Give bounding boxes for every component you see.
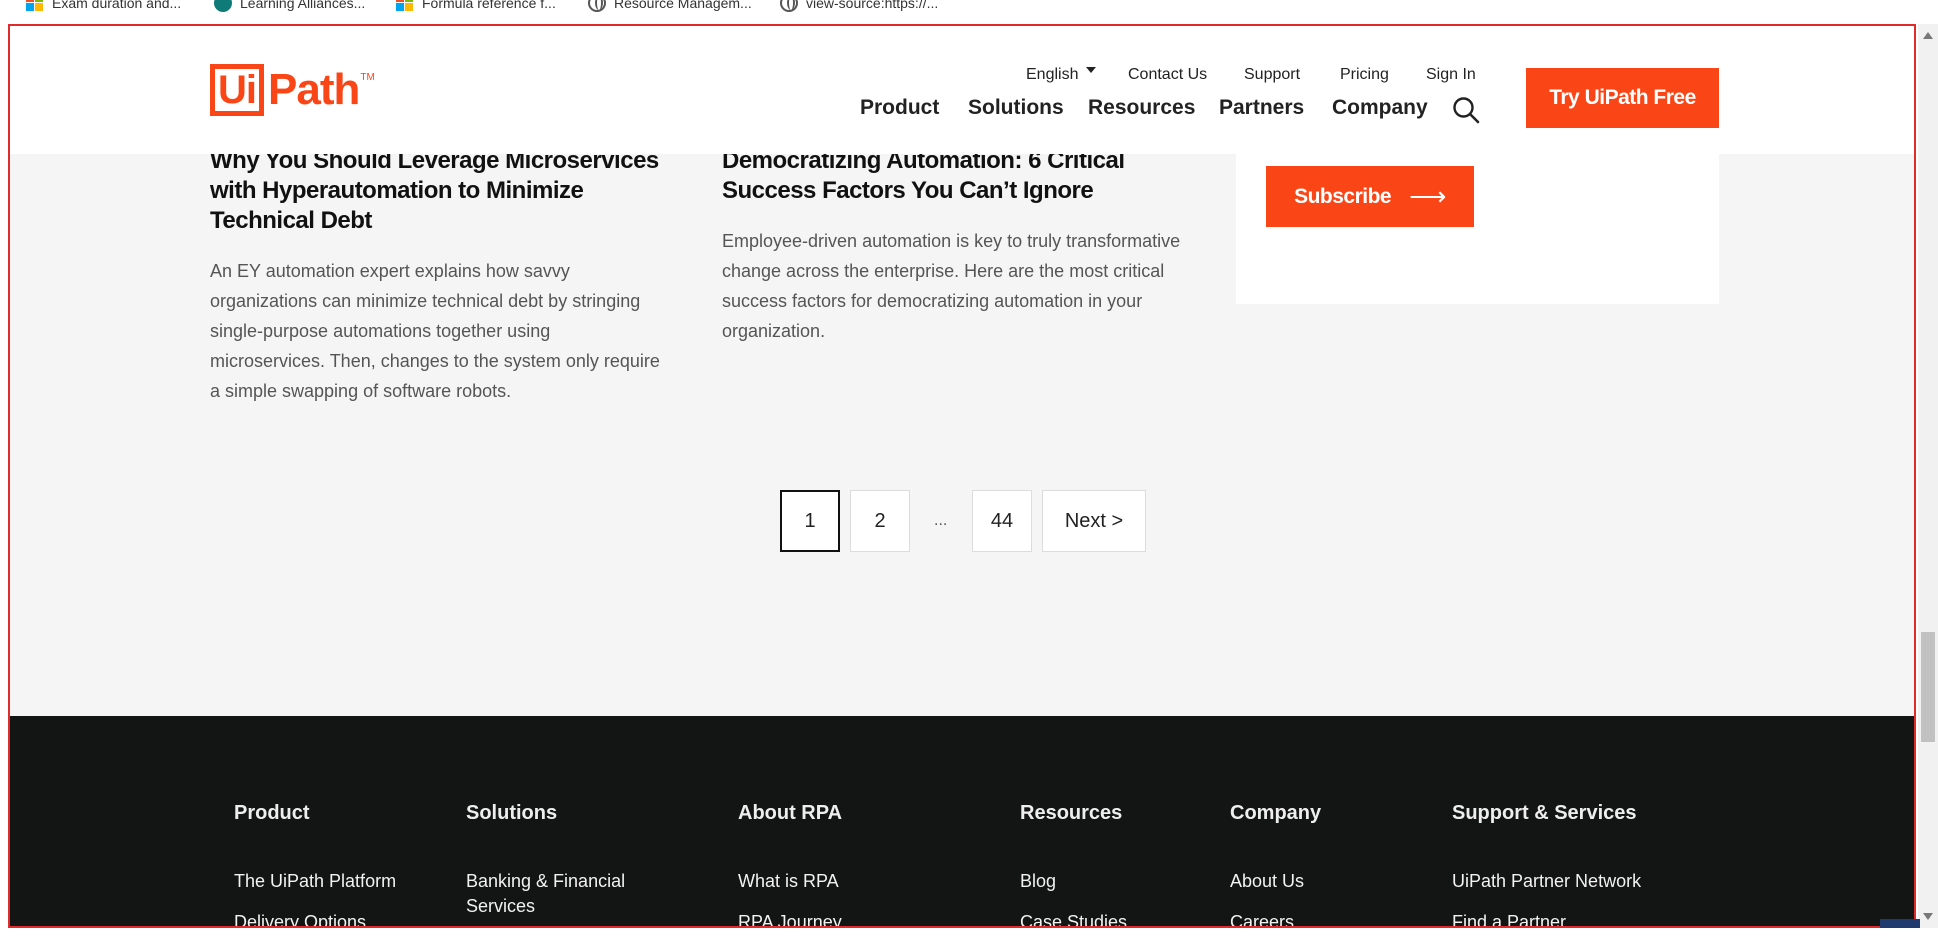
- scroll-up-icon[interactable]: [1923, 32, 1933, 39]
- site-footer: Product The UiPath Platform Delivery Opt…: [10, 716, 1914, 926]
- arrow-right-icon: ⟶: [1409, 181, 1446, 211]
- desc-line: microservices. Then, changes to the syst…: [210, 351, 660, 371]
- footer-heading: Support & Services: [1452, 802, 1637, 824]
- footer-link[interactable]: Case Studies: [1020, 910, 1127, 926]
- logo-path: Path: [268, 65, 360, 114]
- footer-heading: Solutions: [466, 802, 558, 824]
- footer-column-product: Product The UiPath Platform Delivery Opt…: [234, 802, 396, 926]
- footer-link[interactable]: What is RPA: [738, 869, 842, 894]
- desc-line: a simple swapping of software robots.: [210, 381, 512, 401]
- page-viewport: Ui Path TM English Contact Us Support Pr…: [8, 24, 1916, 928]
- contact-us-link[interactable]: Contact Us: [1128, 66, 1207, 84]
- caret-down-icon: [1086, 66, 1097, 73]
- bookmark-label: Formula reference f...: [422, 0, 556, 11]
- footer-heading: Product: [234, 802, 310, 824]
- bookmark-item[interactable]: Exam duration and...: [26, 0, 181, 13]
- footer-column-about-rpa: About RPA What is RPA RPA Journey: [738, 802, 843, 926]
- footer-link[interactable]: Services: [466, 894, 625, 919]
- desc-line: Employee-driven automation is key to tru…: [722, 231, 1181, 251]
- title-line: Success Factors You Can’t Ignore: [722, 177, 1094, 204]
- pricing-link[interactable]: Pricing: [1340, 66, 1389, 84]
- title-line: with Hyperautomation to Minimize: [210, 177, 584, 204]
- bookmark-item[interactable]: Formula reference f...: [396, 0, 556, 13]
- uipath-logo[interactable]: Ui Path TM: [210, 64, 375, 116]
- footer-link[interactable]: Blog: [1020, 869, 1127, 894]
- language-selector[interactable]: English: [1026, 66, 1097, 84]
- language-label: English: [1026, 66, 1079, 83]
- subscribe-button[interactable]: Subscribe ⟶: [1266, 166, 1474, 227]
- globe-icon: [780, 0, 798, 12]
- article-description: An EY automation expert explains how sav…: [210, 256, 710, 406]
- footer-link[interactable]: Banking & Financial: [466, 869, 625, 894]
- article-description: Employee-driven automation is key to tru…: [722, 226, 1222, 346]
- footer-link[interactable]: RPA Journey: [738, 910, 842, 926]
- footer-heading: About RPA: [738, 802, 843, 824]
- bookmark-item[interactable]: Resource Managem...: [588, 0, 752, 13]
- bookmarks-bar: Exam duration and... Learning Alliances.…: [0, 0, 1938, 14]
- nav-solutions[interactable]: Solutions: [968, 96, 1064, 120]
- nav-company[interactable]: Company: [1332, 96, 1428, 120]
- footer-link[interactable]: About Us: [1230, 869, 1321, 894]
- bookmark-label: Learning Alliances...: [240, 0, 366, 11]
- desc-line: An EY automation expert explains how sav…: [210, 261, 570, 281]
- scrollbar-thumb[interactable]: [1921, 632, 1935, 742]
- bookmark-label: view-source:https://...: [806, 0, 939, 11]
- desc-line: organizations can minimize technical deb…: [210, 291, 641, 311]
- article-title[interactable]: Democratizing Automation: 6 Critical Suc…: [722, 146, 1202, 206]
- desc-line: success factors for democratizing automa…: [722, 291, 1143, 311]
- search-icon[interactable]: [1452, 96, 1480, 124]
- footer-column-support-services: Support & Services UiPath Partner Networ…: [1452, 802, 1641, 926]
- microsoft-icon: [396, 0, 414, 12]
- footer-link[interactable]: The UiPath Platform: [234, 869, 396, 894]
- site-header: Ui Path TM English Contact Us Support Pr…: [10, 26, 1914, 154]
- sign-in-link[interactable]: Sign In: [1426, 66, 1476, 84]
- support-link[interactable]: Support: [1244, 66, 1300, 84]
- desc-line: single-purpose automations together usin…: [210, 321, 551, 341]
- bookmark-item[interactable]: Learning Alliances...: [214, 0, 365, 13]
- bookmark-label: Resource Managem...: [614, 0, 752, 11]
- footer-heading: Company: [1230, 802, 1322, 824]
- footer-link[interactable]: Delivery Options: [234, 910, 396, 926]
- footer-column-solutions: Solutions Banking & Financial Services: [466, 802, 625, 919]
- try-uipath-free-button[interactable]: Try UiPath Free: [1526, 68, 1719, 128]
- subscribe-label: Subscribe: [1294, 184, 1392, 208]
- bookmark-item[interactable]: view-source:https://...: [780, 0, 938, 13]
- title-line: Technical Debt: [210, 207, 372, 234]
- footer-link[interactable]: Find a Partner: [1452, 910, 1641, 926]
- globe-icon: [588, 0, 606, 12]
- logo-trademark: TM: [360, 72, 375, 83]
- pagination-ellipsis: ...: [934, 512, 948, 529]
- bookmark-label: Exam duration and...: [52, 0, 182, 11]
- page-2-button[interactable]: 2: [850, 490, 910, 552]
- page-scrollbar[interactable]: [1918, 24, 1938, 928]
- scroll-down-icon[interactable]: [1923, 913, 1933, 920]
- nav-partners[interactable]: Partners: [1219, 96, 1304, 120]
- page-44-button[interactable]: 44: [972, 490, 1032, 552]
- footer-link[interactable]: Careers: [1230, 910, 1321, 926]
- next-page-button[interactable]: Next >: [1042, 490, 1146, 552]
- footer-column-company: Company About Us Careers: [1230, 802, 1322, 926]
- footer-heading: Resources: [1020, 802, 1123, 824]
- microsoft-icon: [26, 0, 44, 12]
- desc-line: organization.: [722, 321, 826, 341]
- footer-column-resources: Resources Blog Case Studies: [1020, 802, 1127, 926]
- page-1-button[interactable]: 1: [780, 490, 840, 552]
- nav-product[interactable]: Product: [860, 96, 939, 120]
- logo-ui: Ui: [210, 64, 264, 116]
- taskbar-edge: [1880, 919, 1920, 928]
- sharepoint-icon: [214, 0, 232, 12]
- article-title[interactable]: Why You Should Leverage Microservices wi…: [210, 146, 690, 236]
- nav-resources[interactable]: Resources: [1088, 96, 1195, 120]
- footer-link[interactable]: UiPath Partner Network: [1452, 869, 1641, 894]
- desc-line: change across the enterprise. Here are t…: [722, 261, 1165, 281]
